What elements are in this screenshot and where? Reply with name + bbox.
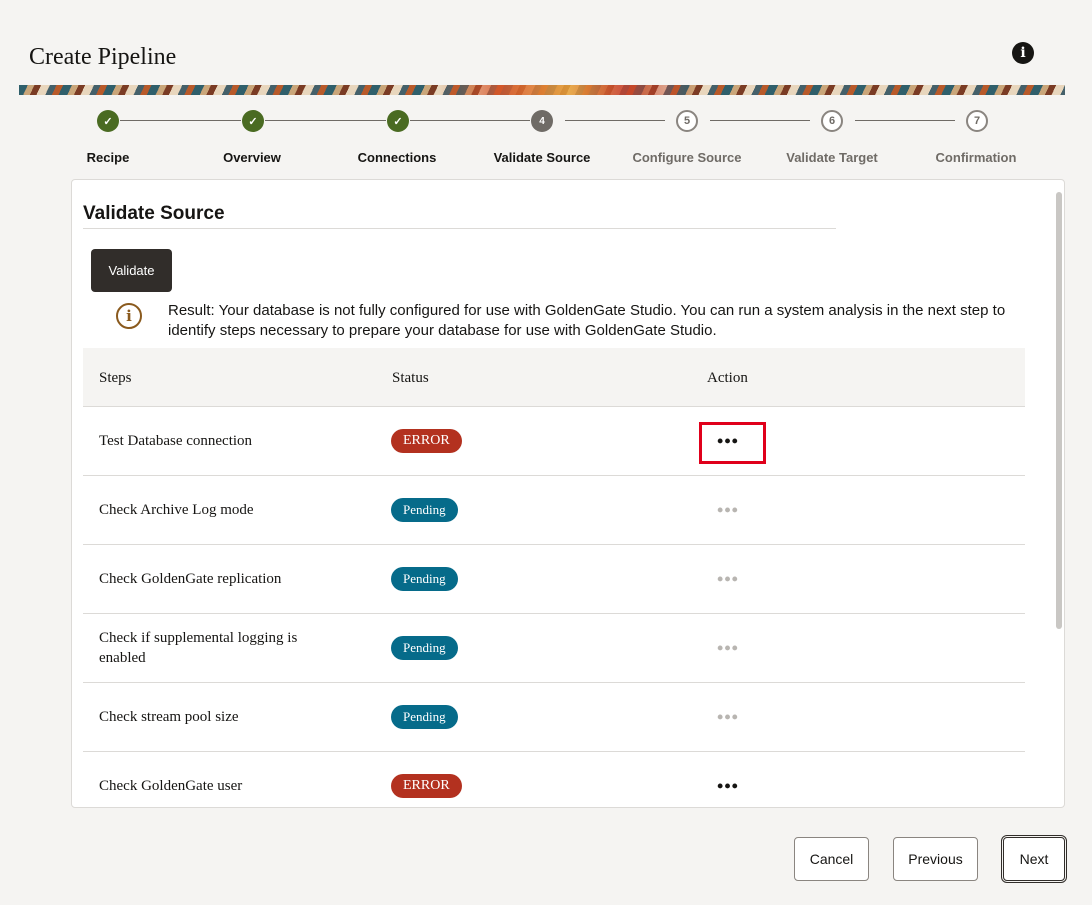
table-row: Check Archive Log mode Pending ••• bbox=[83, 476, 1025, 545]
table-header: Steps Status Action bbox=[83, 348, 1025, 407]
step-name: Check GoldenGate user bbox=[99, 778, 243, 794]
table-row: Test Database connection ERROR ••• bbox=[83, 407, 1025, 476]
more-actions-icon: ••• bbox=[717, 499, 739, 520]
validate-button[interactable]: Validate bbox=[91, 249, 172, 292]
step-connector bbox=[265, 120, 386, 121]
step-label-recipe[interactable]: Recipe bbox=[38, 150, 178, 165]
status-badge-error: ERROR bbox=[391, 774, 462, 798]
decorative-banner bbox=[19, 85, 1065, 95]
step-confirmation-marker: 7 bbox=[966, 110, 988, 132]
more-actions-icon: ••• bbox=[717, 568, 739, 589]
table-row: Check if supplemental logging is enabled… bbox=[83, 614, 1025, 683]
step-label-overview[interactable]: Overview bbox=[182, 150, 322, 165]
step-connector bbox=[565, 120, 665, 121]
train-stepper: ✓ ✓ ✓ 4 5 6 7 Recipe Overview Connection… bbox=[0, 108, 1092, 168]
divider bbox=[83, 228, 836, 229]
status-badge-pending: Pending bbox=[391, 498, 458, 522]
step-connections-check-icon[interactable]: ✓ bbox=[387, 110, 409, 132]
table-row: Check GoldenGate user ERROR ••• bbox=[83, 752, 1025, 807]
step-label-validate-target: Validate Target bbox=[786, 150, 878, 165]
step-connector bbox=[410, 120, 530, 121]
column-header-status: Status bbox=[392, 370, 429, 386]
step-configure-source-marker: 5 bbox=[676, 110, 698, 132]
step-connector bbox=[855, 120, 955, 121]
section-title: Validate Source bbox=[83, 203, 225, 224]
status-badge-pending: Pending bbox=[391, 567, 458, 591]
highlight-annotation-box bbox=[699, 422, 766, 464]
cancel-button[interactable]: Cancel bbox=[794, 837, 869, 881]
next-button[interactable]: Next bbox=[1001, 835, 1067, 883]
status-badge-pending: Pending bbox=[391, 705, 458, 729]
vertical-scrollbar[interactable] bbox=[1056, 192, 1062, 804]
step-label-configure-source: Configure Source bbox=[632, 150, 742, 165]
page-title: Create Pipeline bbox=[29, 44, 177, 70]
step-overview-check-icon[interactable]: ✓ bbox=[242, 110, 264, 132]
step-name: Check stream pool size bbox=[99, 709, 239, 725]
step-recipe-check-icon[interactable]: ✓ bbox=[97, 110, 119, 132]
step-connector bbox=[120, 120, 241, 121]
status-badge-error: ERROR bbox=[391, 429, 462, 453]
scrollbar-thumb[interactable] bbox=[1056, 192, 1062, 629]
table-row: Check stream pool size Pending ••• bbox=[83, 683, 1025, 752]
more-actions-icon: ••• bbox=[717, 706, 739, 727]
step-name: Test Database connection bbox=[99, 433, 253, 449]
step-connector bbox=[710, 120, 810, 121]
step-label-connections[interactable]: Connections bbox=[327, 150, 467, 165]
step-validate-source-marker[interactable]: 4 bbox=[531, 110, 553, 132]
validate-source-panel: Validate Source Validate i Result: Your … bbox=[71, 179, 1065, 808]
step-label-confirmation: Confirmation bbox=[935, 150, 1017, 165]
more-actions-icon: ••• bbox=[717, 637, 739, 658]
step-name: Check GoldenGate replication bbox=[99, 571, 282, 587]
validation-result-message: Result: Your database is not fully confi… bbox=[168, 302, 1006, 339]
step-name: Check Archive Log mode bbox=[99, 502, 254, 518]
table-row: Check GoldenGate replication Pending ••• bbox=[83, 545, 1025, 614]
column-header-steps: Steps bbox=[99, 370, 132, 386]
column-header-action: Action bbox=[707, 370, 748, 386]
status-badge-pending: Pending bbox=[391, 636, 458, 660]
step-validate-target-marker: 6 bbox=[821, 110, 843, 132]
info-circle-icon: i bbox=[116, 303, 142, 329]
validation-steps-table: Steps Status Action Test Database connec… bbox=[83, 348, 1025, 807]
step-label-validate-source[interactable]: Validate Source bbox=[472, 150, 612, 165]
previous-button[interactable]: Previous bbox=[893, 837, 978, 881]
info-icon[interactable]: i bbox=[1012, 42, 1034, 64]
step-name: Check if supplemental logging is enabled bbox=[99, 630, 298, 666]
more-actions-icon[interactable]: ••• bbox=[707, 776, 749, 796]
